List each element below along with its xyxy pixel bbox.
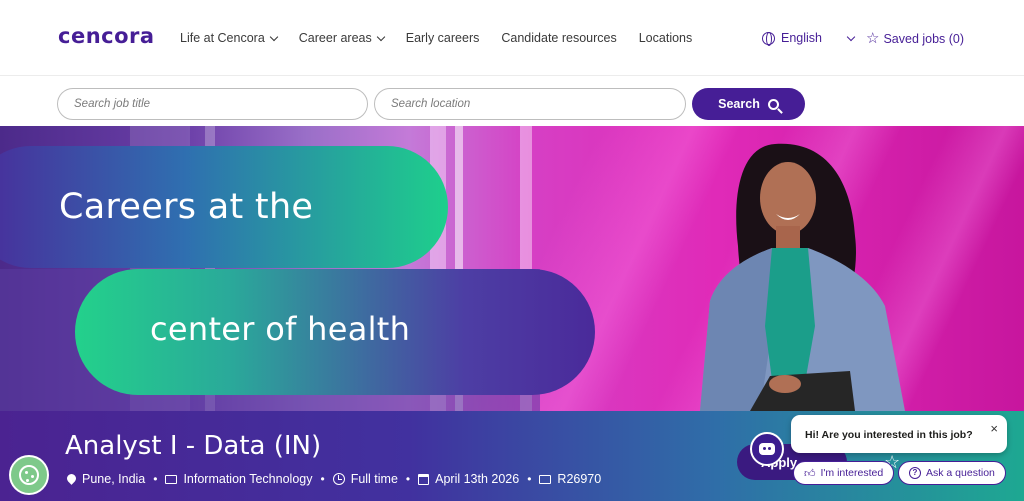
job-category: Information Technology [165,472,312,486]
job-meta: Pune, India • Information Technology • F… [67,472,601,486]
cookie-icon [19,465,39,485]
folder-icon [165,474,178,484]
question-icon: ? [909,467,921,479]
chatbot-question-button[interactable]: ? Ask a question [898,461,1006,485]
meta-separator: • [153,472,158,486]
language-selector[interactable]: English [762,31,856,46]
chevron-down-icon [846,32,856,41]
meta-separator: • [405,472,411,486]
job-type-text: Full time [350,472,398,486]
chatbot-question-label: Ask a question [926,467,995,479]
cookie-settings-button[interactable] [9,455,49,495]
chatbot-avatar[interactable] [750,432,784,466]
meta-separator: • [320,472,325,486]
nav-candidate-resources[interactable]: Candidate resources [501,31,616,45]
nav-career-areas[interactable]: Career areas [298,31,385,45]
hero-headline-line1: Careers at the [59,187,314,227]
site-header: cencora Life at Cencora Career areas Ear… [0,0,1024,76]
saved-jobs-link[interactable]: ☆ Saved jobs (0) [866,31,964,46]
nav-item-label: Candidate resources [501,31,617,45]
job-req-id: R26970 [539,472,601,486]
location-pin-icon [67,474,76,485]
hero-headline-line2: center of health [150,310,411,348]
search-button[interactable]: Search [692,88,805,120]
job-date-text: April 13th 2026 [435,472,520,486]
nav-item-label: Early careers [405,31,480,45]
location-search-input[interactable] [374,88,686,120]
job-type: Full time [332,472,398,486]
hero-person-photo [700,143,905,411]
chatbot-interested-button[interactable]: 👍︎ I'm interested [793,461,895,485]
search-button-label: Search [718,97,760,111]
job-date: April 13th 2026 [418,472,519,486]
thumbs-up-icon: 👍︎ [804,467,816,480]
nav-item-label: Life at Cencora [180,31,265,45]
nav-early-careers[interactable]: Early careers [406,31,480,45]
robot-icon [759,443,775,455]
nav-item-label: Career areas [298,31,372,45]
star-icon: ☆ [866,30,880,47]
job-req-id-text: R26970 [557,472,602,486]
cencora-logo[interactable]: cencora [58,24,155,48]
calendar-icon [418,473,430,485]
language-label: English [781,31,822,45]
globe-icon [762,31,775,46]
main-nav: Life at Cencora Career areas Early caree… [180,31,714,45]
chevron-down-icon [269,32,279,41]
hero-banner: Careers at the center of health [0,126,1024,411]
saved-jobs-label: Saved jobs (0) [883,31,965,46]
nav-locations[interactable]: Locations [639,31,693,45]
chatbot-interested-label: I'm interested [820,467,884,479]
job-title-search-input[interactable] [57,88,368,120]
close-icon[interactable]: × [990,421,998,436]
job-category-text: Information Technology [183,472,313,486]
search-icon [767,98,779,110]
clock-icon [332,473,345,485]
meta-separator: • [527,472,532,486]
nav-life-at-cencora[interactable]: Life at Cencora [180,31,279,45]
job-location-text: Pune, India [82,472,146,486]
job-title: Analyst I - Data (IN) [65,431,322,461]
chatbot-message: Hi! Are you interested in this job? [805,429,973,441]
folder-icon [539,474,552,484]
chatbot-message-bubble: Hi! Are you interested in this job? × [791,415,1007,453]
job-location: Pune, India [67,472,145,486]
nav-item-label: Locations [638,31,693,45]
chevron-down-icon [376,32,385,41]
search-bar: Search [0,77,1024,126]
